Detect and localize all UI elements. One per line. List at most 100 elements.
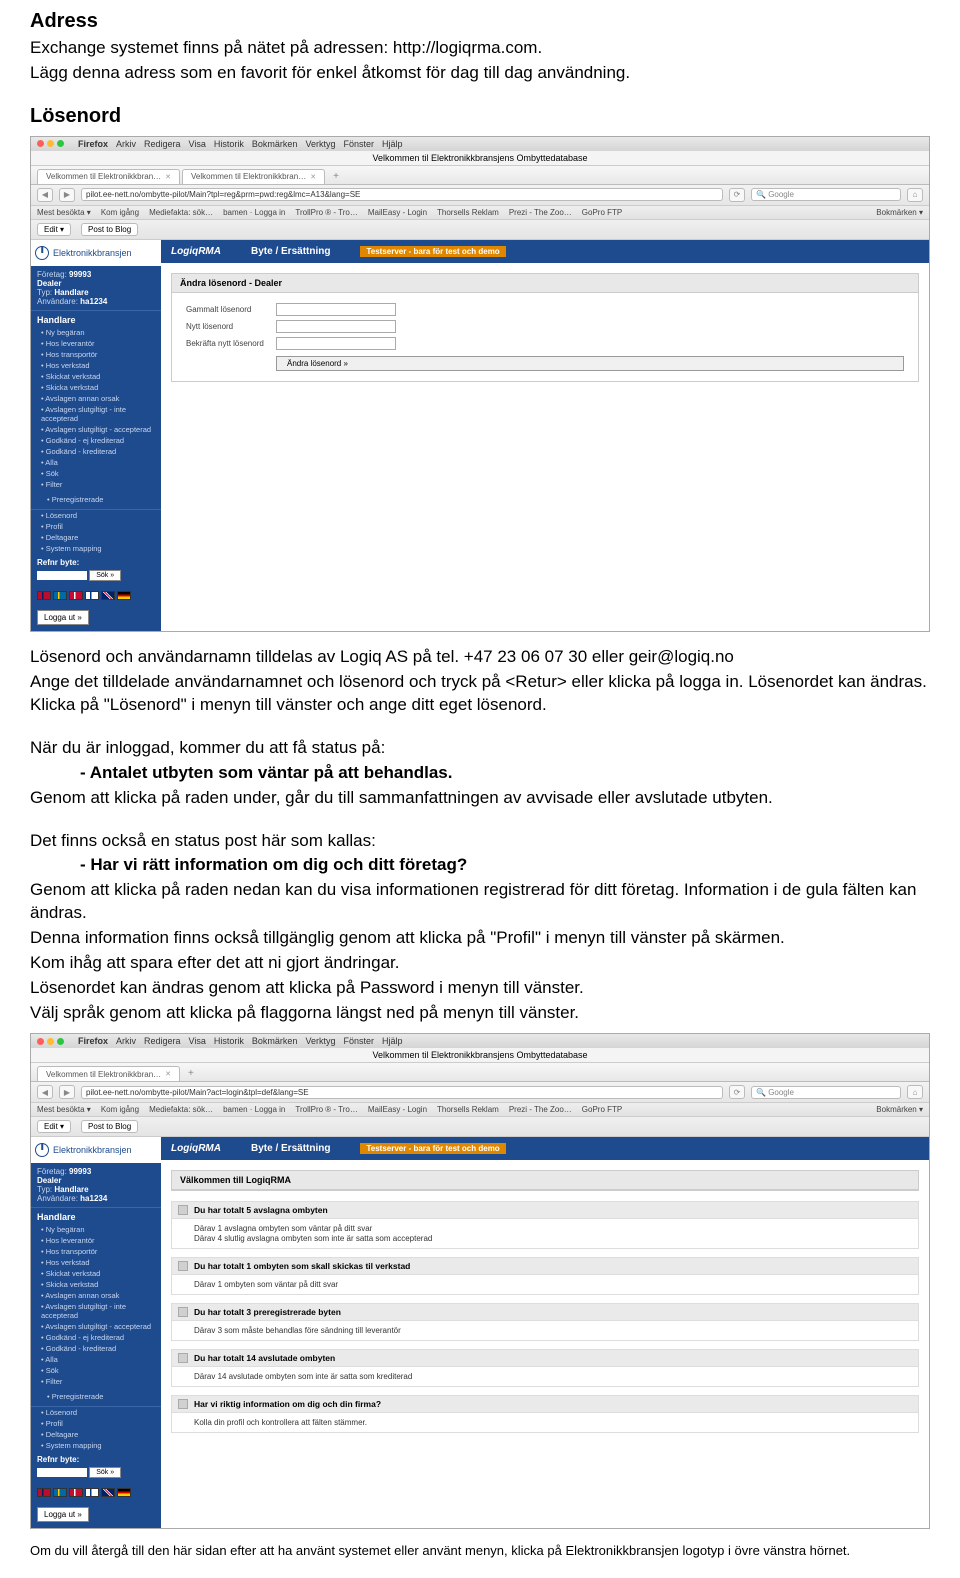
sidebar-item[interactable]: System mapping <box>31 543 161 554</box>
status-panel[interactable]: Du har totalt 14 avslutade ombyten Därav… <box>171 1349 919 1387</box>
bookmark-item[interactable]: MailEasy - Login <box>368 1105 427 1114</box>
post-to-blog-button[interactable]: Post to Blog <box>81 223 138 236</box>
sidebar-item[interactable]: Filter <box>31 1376 161 1387</box>
sidebar-item[interactable]: Avslagen slutgiltigt - inte accepterad <box>31 404 161 424</box>
logo-box[interactable]: Elektronikkbransjen <box>31 240 161 266</box>
flag-se-icon[interactable] <box>53 1488 67 1497</box>
bookmark-item[interactable]: Thorsells Reklam <box>437 1105 499 1114</box>
browser-tab[interactable]: Velkommen til Elektronikkbran…✕ <box>37 1066 180 1081</box>
reload-button[interactable]: ⟳ <box>729 1085 745 1099</box>
status-panel[interactable]: Har vi riktig information om dig och din… <box>171 1395 919 1433</box>
sidebar-item[interactable]: Godkänd - krediterad <box>31 446 161 457</box>
flag-uk-icon[interactable] <box>101 1488 115 1497</box>
sidebar-item-password[interactable]: Lösenord <box>31 1407 161 1418</box>
sidebar-item[interactable]: Preregistrerade <box>37 494 155 505</box>
flag-fi-icon[interactable] <box>85 591 99 600</box>
add-tab-button[interactable]: + <box>327 169 345 184</box>
menu-item[interactable]: Hjälp <box>382 139 403 149</box>
search-button[interactable]: Sök » <box>89 1467 121 1478</box>
browser-tab[interactable]: Velkommen til Elektronikkbran…✕ <box>37 169 180 184</box>
search-input[interactable]: 🔍 Google <box>751 1086 901 1099</box>
sidebar-item[interactable]: Ny begäran <box>31 1224 161 1235</box>
sidebar-item[interactable]: Avslagen annan orsak <box>31 1290 161 1301</box>
old-password-input[interactable] <box>276 303 396 316</box>
flag-no-icon[interactable] <box>37 591 51 600</box>
menu-item[interactable]: Visa <box>189 1036 206 1046</box>
sidebar-item[interactable]: Skicka verkstad <box>31 382 161 393</box>
menu-item[interactable]: Historik <box>214 139 244 149</box>
sidebar-item[interactable]: Hos transportör <box>31 349 161 360</box>
minimize-icon[interactable] <box>47 1038 54 1045</box>
sidebar-item[interactable]: Skickat verkstad <box>31 1268 161 1279</box>
maximize-icon[interactable] <box>57 140 64 147</box>
flag-fi-icon[interactable] <box>85 1488 99 1497</box>
sidebar-item[interactable]: Alla <box>31 1354 161 1365</box>
menu-item[interactable]: Arkiv <box>116 1036 136 1046</box>
sidebar-item[interactable]: Avslagen slutgiltigt - accepterad <box>31 424 161 435</box>
post-to-blog-button[interactable]: Post to Blog <box>81 1120 138 1133</box>
search-button[interactable]: Sök » <box>89 570 121 581</box>
status-panel[interactable]: Du har totalt 1 ombyten som skall skicka… <box>171 1257 919 1295</box>
maximize-icon[interactable] <box>57 1038 64 1045</box>
flag-uk-icon[interactable] <box>101 591 115 600</box>
sidebar-item[interactable]: Hos leverantör <box>31 338 161 349</box>
sidebar-item[interactable]: Deltagare <box>31 1429 161 1440</box>
status-panel[interactable]: Du har totalt 3 preregistrerade byten Dä… <box>171 1303 919 1341</box>
flag-dk-icon[interactable] <box>69 591 83 600</box>
refnr-input[interactable] <box>37 571 87 580</box>
sidebar-item[interactable]: Alla <box>31 457 161 468</box>
edit-button[interactable]: Edit ▾ <box>37 1120 71 1133</box>
sidebar-item[interactable]: Avslagen annan orsak <box>31 393 161 404</box>
bookmark-item[interactable]: TrollPro ® - Tro… <box>295 1105 358 1114</box>
collapse-icon[interactable] <box>178 1307 188 1317</box>
bookmark-item[interactable]: GoPro FTP <box>582 208 622 217</box>
menu-item[interactable]: Verktyg <box>305 1036 335 1046</box>
sidebar-item[interactable]: Hos transportör <box>31 1246 161 1257</box>
minimize-icon[interactable] <box>47 140 54 147</box>
bookmark-item[interactable]: Mediefakta: sök… <box>149 1105 213 1114</box>
refnr-input[interactable] <box>37 1468 87 1477</box>
reload-button[interactable]: ⟳ <box>729 188 745 202</box>
sidebar-item[interactable]: System mapping <box>31 1440 161 1451</box>
sidebar-item[interactable]: Deltagare <box>31 532 161 543</box>
bookmark-item[interactable]: Kom igång <box>101 1105 139 1114</box>
bookmark-item[interactable]: bamen · Logga in <box>223 1105 285 1114</box>
collapse-icon[interactable] <box>178 1353 188 1363</box>
sidebar-item[interactable]: Hos verkstad <box>31 1257 161 1268</box>
bookmark-item[interactable]: Prezi - The Zoo… <box>509 208 572 217</box>
bookmark-item[interactable]: bamen · Logga in <box>223 208 285 217</box>
nav-link[interactable]: Byte / Ersättning <box>251 1143 330 1154</box>
flag-de-icon[interactable] <box>117 591 131 600</box>
close-icon[interactable] <box>37 1038 44 1045</box>
sidebar-item[interactable]: Filter <box>31 479 161 490</box>
sidebar-item[interactable]: Skickat verkstad <box>31 371 161 382</box>
menu-item[interactable]: Fönster <box>343 139 374 149</box>
bookmark-item[interactable]: GoPro FTP <box>582 1105 622 1114</box>
menu-item[interactable]: Bokmärken <box>252 1036 298 1046</box>
change-password-button[interactable]: Ändra lösenord » <box>276 356 904 371</box>
browser-tab[interactable]: Velkommen til Elektronikkbran…✕ <box>182 169 325 184</box>
sidebar-item[interactable]: Godkänd - krediterad <box>31 1343 161 1354</box>
menu-item[interactable]: Verktyg <box>305 139 335 149</box>
menu-item[interactable]: Redigera <box>144 139 181 149</box>
bookmark-item[interactable]: Mediefakta: sök… <box>149 208 213 217</box>
back-button[interactable]: ◀ <box>37 1085 53 1099</box>
close-tab-icon[interactable]: ✕ <box>310 173 316 181</box>
menu-item[interactable]: Redigera <box>144 1036 181 1046</box>
collapse-icon[interactable] <box>178 1205 188 1215</box>
forward-button[interactable]: ▶ <box>59 1085 75 1099</box>
sidebar-item[interactable]: Godkänd - ej krediterad <box>31 435 161 446</box>
logo-box[interactable]: Elektronikkbransjen <box>31 1137 161 1163</box>
sidebar-item[interactable]: Hos leverantör <box>31 1235 161 1246</box>
collapse-icon[interactable] <box>178 1261 188 1271</box>
close-tab-icon[interactable]: ✕ <box>165 173 171 181</box>
flag-no-icon[interactable] <box>37 1488 51 1497</box>
logout-button[interactable]: Logga ut » <box>37 610 89 625</box>
sidebar-item[interactable]: Preregistrerade <box>37 1391 155 1402</box>
bookmark-item[interactable]: Thorsells Reklam <box>437 208 499 217</box>
sidebar-item[interactable]: Hos verkstad <box>31 360 161 371</box>
bookmark-item[interactable]: Kom igång <box>101 208 139 217</box>
bookmark-item[interactable]: Mest besökta ▾ <box>37 208 91 217</box>
sidebar-item-profile[interactable]: Profil <box>31 521 161 532</box>
sidebar-item-profile[interactable]: Profil <box>31 1418 161 1429</box>
